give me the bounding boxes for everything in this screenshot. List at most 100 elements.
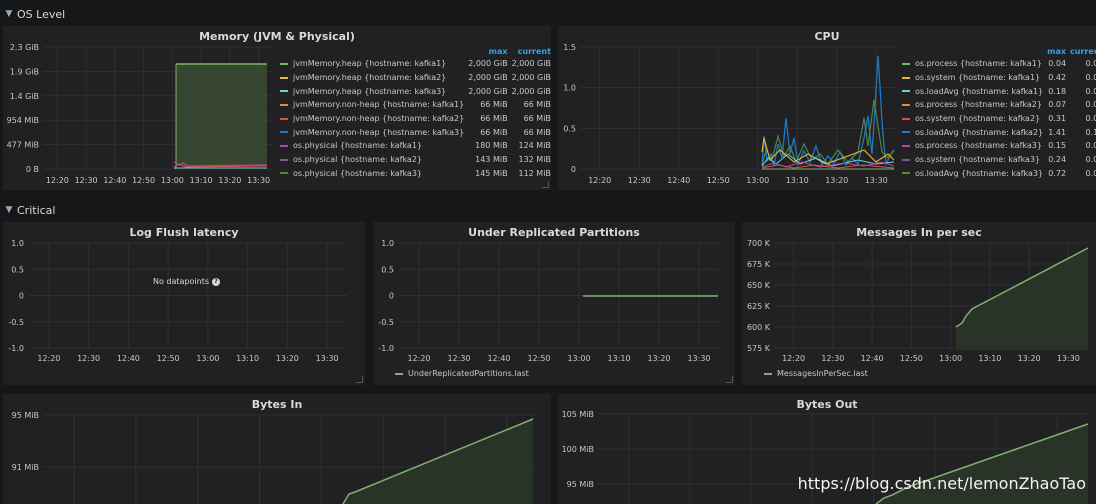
legend-row[interactable]: os.physical {hostname: kafka3} 145 MiB 112… (278, 167, 551, 181)
x-tick-label: 13:00 (746, 176, 769, 185)
legend-series-name: os.loadAvg {hostname: kafka3} (915, 168, 1044, 178)
legend-row[interactable]: os.system {hostname: kafka2} 0.31 0.05 (900, 112, 1096, 126)
memory-panel[interactable]: Memory (JVM & Physical) 2.3 GiB 1.9 GiB 1.… (3, 26, 551, 190)
log-flush-graph: 1.0 0.5 0 -0.5 -1.0 12:20 12:30 12:40 12:50 13:00… (8, 239, 347, 363)
x-tick-label: 13:20 (276, 354, 299, 363)
x-tick-label: 12:40 (861, 354, 884, 363)
legend-swatch (764, 372, 772, 375)
y-tick-label: 1.0 (11, 239, 24, 248)
legend-series-name: jvmMemory.heap {hostname: kafka2} (293, 73, 447, 83)
legend-current-value: 0.05 (1085, 114, 1096, 124)
legend-row[interactable]: jvmMemory.non-heap {hostname: kafka3} 66 … (278, 125, 551, 139)
legend-current-value: 0.06 (1085, 155, 1096, 165)
legend-row[interactable]: os.physical {hostname: kafka1} 180 MiB 124… (278, 139, 551, 153)
x-tick-label: 12:30 (821, 354, 844, 363)
legend-row[interactable]: os.system {hostname: kafka3} 0.24 0.06 (900, 153, 1096, 167)
watermark: https://blog.csdn.net/lemonZhaoTao (797, 474, 1086, 493)
legend-row[interactable]: os.loadAvg {hostname: kafka3} 0.72 0.08 (900, 167, 1096, 181)
row-os-level[interactable]: ▼ OS Level (0, 5, 66, 23)
legend-current-value: 0.04 (1085, 73, 1096, 83)
under-replicated-panel[interactable]: Under Replicated Partitions 1.0 0.5 0 -0.5-… (373, 222, 735, 385)
series-area-fill (343, 419, 533, 504)
log-flush-panel[interactable]: Log Flush latency 1.0 0.5 0 -0.5 -1.0 12:20 12… (3, 222, 365, 385)
legend-current-value: 124 MiB (518, 141, 551, 151)
legend-swatch (280, 76, 288, 79)
legend-row[interactable]: os.process {hostname: kafka1} 0.04 0.02 (900, 57, 1096, 71)
legend-max-value: 0.24 (1048, 155, 1067, 165)
y-tick-label: 650 K (747, 281, 771, 290)
legend-current-value: 2,000 GiB (511, 86, 551, 96)
x-tick-label: 13:10 (978, 354, 1001, 363)
legend-row[interactable]: jvmMemory.heap {hostname: kafka3} 2,000 G… (278, 84, 551, 98)
legend-swatch (280, 172, 288, 175)
legend-swatch (395, 372, 403, 375)
x-tick-label: 12:50 (132, 176, 155, 185)
messages-in-panel[interactable]: Messages In per sec 700 K 675 K 650 K 625 K… (742, 222, 1096, 385)
x-tick-label: 13:20 (1018, 354, 1041, 363)
legend-swatch (902, 76, 910, 79)
legend-max-value: 0.72 (1048, 168, 1067, 178)
series-area-fill (176, 64, 267, 166)
x-tick-label: 13:30 (865, 176, 888, 185)
legend-swatch (902, 131, 910, 134)
x-tick-label: 12:50 (900, 354, 923, 363)
legend-swatch (902, 158, 910, 161)
series-line-system-1 (761, 137, 895, 165)
legend-row[interactable]: jvmMemory.non-heap {hostname: kafka2} 66 … (278, 112, 551, 126)
y-tick-label: 477 MiB (7, 141, 39, 150)
x-tick-label: 12:30 (77, 354, 100, 363)
question-circle-icon[interactable]: ? (212, 277, 221, 286)
legend-header-current: current (1070, 46, 1096, 56)
bytes-in-panel[interactable]: Bytes In 95 MiB91 MiB86 MiB (3, 394, 551, 504)
legend-swatch (902, 103, 910, 106)
legend-header-current: current (517, 46, 551, 56)
x-tick-label: 12:20 (782, 354, 805, 363)
legend-max-value: 0.04 (1048, 59, 1067, 69)
no-datapoints-message: No datapoints? (153, 277, 221, 286)
row-critical[interactable]: ▼ Critical (0, 201, 56, 219)
legend-row[interactable]: jvmMemory.non-heap {hostname: kafka1} 66 … (278, 98, 551, 112)
legend-row[interactable]: jvmMemory.heap {hostname: kafka2} 2,000 G… (278, 71, 551, 85)
row-title-label: Critical (17, 203, 56, 217)
y-tick-label: 91 MiB (12, 463, 39, 472)
panel-resize-handle[interactable] (356, 376, 363, 383)
y-tick-label: 0 B (26, 165, 39, 174)
x-tick-label: 12:30 (75, 176, 98, 185)
x-tick-label: 12:40 (117, 354, 140, 363)
y-tick-label: 575 K (747, 344, 771, 353)
x-tick-label: 13:10 (236, 354, 259, 363)
panel-resize-handle[interactable] (542, 181, 549, 188)
legend-row[interactable]: os.loadAvg {hostname: kafka2} 1.41 0.17 (900, 125, 1096, 139)
x-tick-label: 12:40 (103, 176, 126, 185)
legend-item: UnderReplicatedPartitions.last (395, 369, 529, 378)
legend-max-value: 0.42 (1048, 73, 1067, 83)
legend-row[interactable]: os.process {hostname: kafka2} 0.07 0.02 (900, 98, 1096, 112)
x-tick-label: 13:20 (218, 176, 241, 185)
panel-resize-handle[interactable] (726, 376, 733, 383)
legend-current-value: 66 MiB (523, 114, 551, 124)
legend-swatch (902, 90, 910, 93)
legend-header-max: max (488, 46, 508, 56)
legend-row[interactable]: os.system {hostname: kafka1} 0.42 0.04 (900, 71, 1096, 85)
legend-current-value: 0.02 (1085, 59, 1096, 69)
legend-current-value: 0.17 (1085, 127, 1096, 137)
y-tick-label: 675 K (747, 260, 771, 269)
legend-max-value: 0.18 (1048, 86, 1067, 96)
y-tick-label: -0.5 (378, 318, 394, 327)
legend-row[interactable]: jvmMemory.heap {hostname: kafka1} 2,000 G… (278, 57, 551, 71)
y-tick-label: 0 (19, 292, 24, 301)
legend-row[interactable]: os.loadAvg {hostname: kafka1} 0.18 0.05 (900, 84, 1096, 98)
legend-row[interactable]: os.process {hostname: kafka3} 0.15 0.02 (900, 139, 1096, 153)
legend-row[interactable]: os.physical {hostname: kafka2} 143 MiB 132… (278, 153, 551, 167)
cpu-legend: maxcurrent os.process {hostname: kafka1}… (900, 45, 1096, 180)
legend-header-max: max (1047, 46, 1067, 56)
x-tick-label: 12:30 (628, 176, 651, 185)
y-tick-label: 1.9 GiB (10, 67, 39, 76)
legend-current-value: 2,000 GiB (511, 73, 551, 83)
y-tick-label: 0 (389, 292, 394, 301)
cpu-panel[interactable]: CPU 1.5 1.0 0.5 0 12:20 12:30 12:40 12:50 13:00 1… (558, 26, 1096, 190)
y-tick-label: -0.5 (8, 318, 24, 327)
legend-current-value: 66 MiB (523, 127, 551, 137)
legend-max-value: 2,000 GiB (468, 59, 508, 69)
y-tick-label: 1.0 (381, 239, 394, 248)
